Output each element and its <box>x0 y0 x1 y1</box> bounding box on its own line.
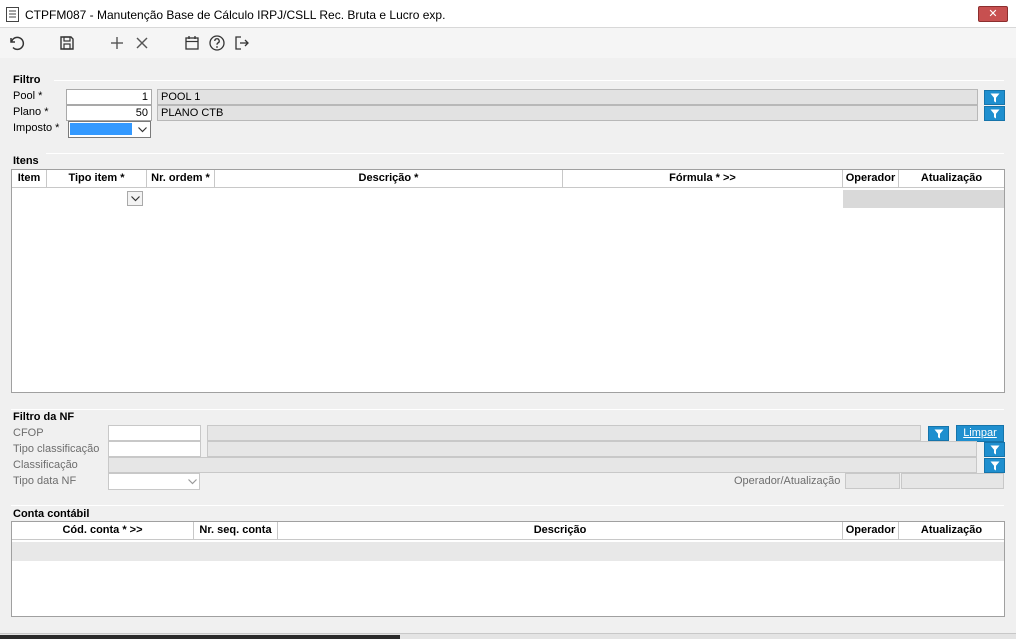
progress-accent <box>0 635 400 639</box>
close-icon: ✕ <box>988 7 998 20</box>
table-row[interactable] <box>12 542 1004 561</box>
plano-filter-button[interactable] <box>984 106 1005 121</box>
undo-icon[interactable] <box>6 33 26 53</box>
itens-grid[interactable]: Item Tipo item * Nr. ordem * Descrição *… <box>11 169 1005 393</box>
limpar-button[interactable]: Limpar <box>956 425 1004 442</box>
column-header-descricao[interactable]: Descrição <box>278 522 843 540</box>
column-header-atualizacao[interactable]: Atualização <box>899 522 1004 540</box>
chevron-down-icon <box>185 475 199 488</box>
filtro-nf-section-title: Filtro da NF <box>13 411 75 423</box>
pool-description-field: POOL 1 <box>157 89 978 105</box>
tipo-classificacao-input[interactable] <box>108 441 201 457</box>
conta-contabil-section-title: Conta contábil <box>13 508 90 520</box>
tipo-classificacao-label: Tipo classificação <box>13 443 100 455</box>
operador-atualizacao-label: Operador/Atualização <box>734 475 841 487</box>
classificacao-label: Classificação <box>13 459 78 471</box>
itens-divider <box>46 153 1004 154</box>
column-header-nr-ordem[interactable]: Nr. ordem * <box>147 170 215 188</box>
imposto-selected-value <box>70 123 132 135</box>
chevron-down-icon <box>130 196 140 202</box>
operador-field <box>845 473 900 489</box>
window-title: CTPFM087 - Manutenção Base de Cálculo IR… <box>25 8 446 22</box>
add-icon[interactable] <box>107 33 127 53</box>
imposto-label: Imposto * <box>13 122 60 134</box>
tipo-data-nf-select[interactable] <box>108 473 200 490</box>
chevron-down-icon <box>135 123 149 136</box>
pool-code-input[interactable]: 1 <box>66 89 152 105</box>
column-header-nr-seq-conta[interactable]: Nr. seq. conta <box>194 522 278 540</box>
classificacao-field <box>108 457 977 473</box>
itens-section-title: Itens <box>13 155 39 167</box>
save-icon[interactable] <box>57 33 77 53</box>
filter-icon <box>990 93 999 103</box>
exit-icon[interactable] <box>232 33 252 53</box>
filter-icon <box>990 109 999 119</box>
plano-label: Plano * <box>13 106 49 118</box>
close-button[interactable]: ✕ <box>978 6 1008 22</box>
cfop-label: CFOP <box>13 427 44 439</box>
cfop-input[interactable] <box>108 425 201 441</box>
filtro-nf-divider <box>11 409 1004 410</box>
column-header-operador[interactable]: Operador <box>843 170 899 188</box>
filtro-section-title: Filtro <box>13 74 41 86</box>
atualizacao-field <box>901 473 1004 489</box>
column-header-atualizacao[interactable]: Atualização <box>899 170 1004 188</box>
calendar-icon[interactable] <box>182 33 202 53</box>
filter-icon <box>990 445 999 455</box>
tipo-classificacao-filter-button[interactable] <box>984 442 1005 457</box>
cfop-description-field <box>207 425 921 441</box>
help-icon[interactable] <box>207 33 227 53</box>
column-header-tipo-item[interactable]: Tipo item * <box>47 170 147 188</box>
column-header-descricao[interactable]: Descrição * <box>215 170 563 188</box>
tipo-data-nf-label: Tipo data NF <box>13 475 77 487</box>
tipo-item-dropdown[interactable] <box>127 191 143 206</box>
pool-label: Pool * <box>13 90 43 102</box>
toolbar <box>0 28 1016 58</box>
column-header-item[interactable]: Item <box>12 170 47 188</box>
column-header-operador[interactable]: Operador <box>843 522 899 540</box>
filter-icon <box>934 429 943 439</box>
cfop-filter-button[interactable] <box>928 426 949 441</box>
tipo-classificacao-description-field <box>207 441 977 457</box>
imposto-select[interactable] <box>68 121 151 138</box>
conta-contabil-grid[interactable]: Cód. conta * >> Nr. seq. conta Descrição… <box>11 521 1005 617</box>
delete-icon[interactable] <box>132 33 152 53</box>
pool-filter-button[interactable] <box>984 90 1005 105</box>
column-header-formula[interactable]: Fórmula * >> <box>563 170 843 188</box>
plano-code-input[interactable]: 50 <box>66 105 152 121</box>
operador-readonly-cell <box>843 190 1004 208</box>
app-icon <box>6 7 19 22</box>
filtro-divider <box>54 80 1004 81</box>
column-header-cod-conta[interactable]: Cód. conta * >> <box>12 522 194 540</box>
classificacao-filter-button[interactable] <box>984 458 1005 473</box>
conta-contabil-divider <box>11 505 1004 506</box>
plano-description-field: PLANO CTB <box>157 105 978 121</box>
filter-icon <box>990 461 999 471</box>
